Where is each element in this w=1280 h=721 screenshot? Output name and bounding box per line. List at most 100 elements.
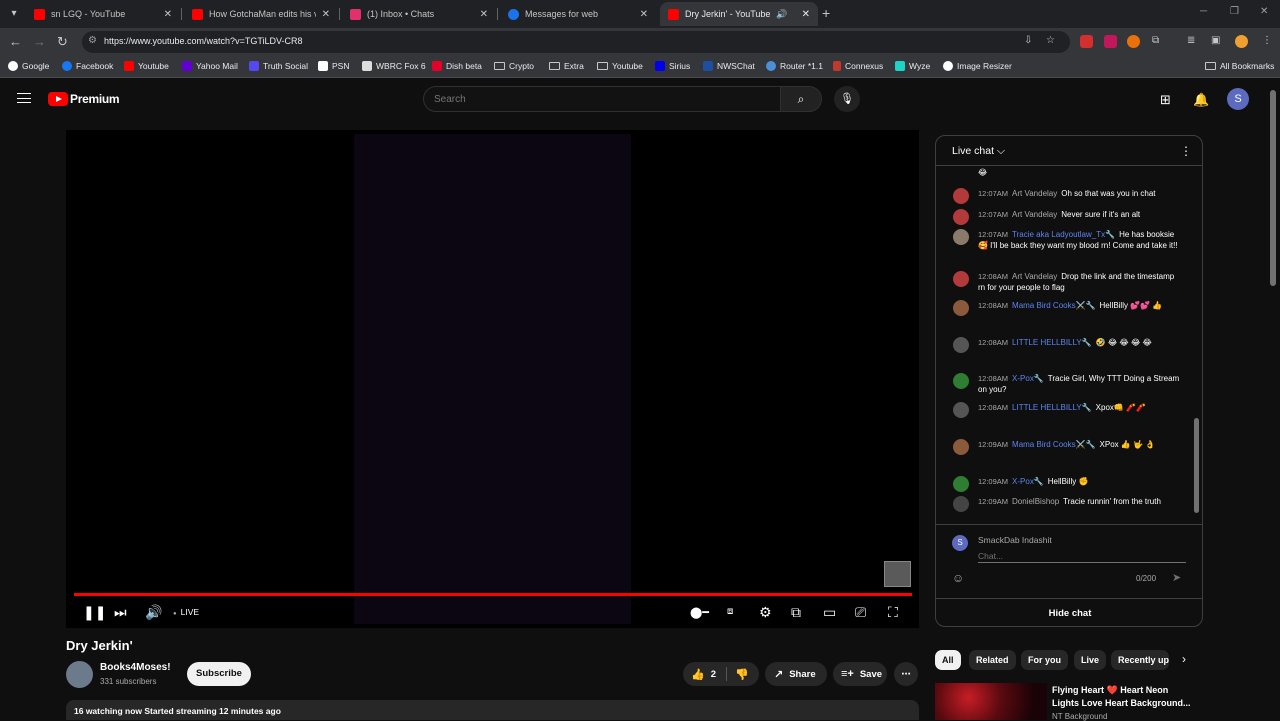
chat-message[interactable]: 12:08AM LITTLE HELLBILLY🔧 Xpox👊 🧨🧨 — [950, 402, 1182, 418]
bookmark-folder-crypto[interactable]: Crypto — [494, 61, 534, 71]
browser-menu-icon[interactable]: ⋮ — [1262, 35, 1272, 46]
live-progress-bar[interactable] — [74, 593, 912, 596]
chat-message[interactable]: 12:08AM LITTLE HELLBILLY🔧 🤣 😂 😂 😂 😂 — [950, 337, 1182, 353]
chat-author-avatar[interactable] — [953, 209, 969, 225]
subscribe-button[interactable]: Subscribe — [187, 662, 251, 686]
search-button[interactable]: ⌕ — [780, 86, 822, 112]
chat-mode-dropdown[interactable]: Live chat ⌵ — [952, 145, 1005, 158]
extension-icon[interactable] — [1080, 35, 1093, 48]
bookmark-google[interactable]: Google — [8, 61, 49, 71]
more-actions-button[interactable]: ⋯ — [894, 662, 918, 686]
theater-mode-icon[interactable]: ▭ — [823, 604, 836, 621]
video-player[interactable]: ❚❚ ⏭ 🔊 LIVE ⬤━ ⧈ ⚙ ⧉ ▭ ⎚ ⛶ — [66, 130, 919, 628]
all-bookmarks[interactable]: All Bookmarks — [1205, 61, 1274, 71]
send-icon[interactable]: ➤ — [1172, 571, 1181, 584]
close-window-icon[interactable]: ✕ — [1260, 6, 1268, 17]
chat-author-name[interactable]: LITTLE HELLBILLY🔧 — [1012, 338, 1092, 347]
new-tab-icon[interactable]: + — [822, 5, 830, 21]
bookmark-star-icon[interactable]: ☆ — [1046, 35, 1055, 46]
bookmark-truth-social[interactable]: Truth Social — [249, 61, 308, 71]
site-info-icon[interactable]: ⚙ — [88, 35, 97, 46]
bookmark-psn[interactable]: PSN — [318, 61, 349, 71]
channel-name[interactable]: Books4Moses! — [100, 662, 171, 673]
chat-author-avatar[interactable] — [953, 439, 969, 455]
chat-author-name[interactable]: DonielBishop — [1012, 497, 1059, 506]
description-box[interactable]: 16 watching now Started streaming 12 min… — [66, 700, 919, 720]
next-icon[interactable]: ⏭ — [114, 604, 127, 621]
close-tab-icon[interactable]: ✕ — [802, 9, 810, 20]
chip-recently-uploaded[interactable]: Recently up — [1111, 650, 1169, 670]
chat-input[interactable] — [978, 549, 1186, 563]
close-tab-icon[interactable]: ✕ — [322, 9, 330, 20]
search-box[interactable] — [423, 86, 781, 112]
maximize-icon[interactable]: ❐ — [1230, 6, 1239, 17]
save-button[interactable]: ≡+ Save — [833, 662, 887, 686]
chat-author-avatar[interactable] — [953, 229, 969, 245]
profile-avatar[interactable] — [1235, 35, 1248, 48]
like-count[interactable]: 2 — [711, 669, 716, 680]
chat-message[interactable]: 12:07AM Art Vandelay Never sure if it's an… — [950, 209, 1182, 225]
chat-author-name[interactable]: Art Vandelay — [1012, 272, 1057, 281]
forward-icon[interactable]: → — [33, 34, 46, 49]
chat-message[interactable]: 12:09AM X-Pox🔧 HellBilly ✊ — [950, 476, 1182, 492]
chat-message[interactable]: 12:08AM Art Vandelay Drop the link and the… — [950, 271, 1182, 293]
recommendation-title[interactable]: Flying Heart ❤️ Heart Neon Lights Love H… — [1052, 684, 1192, 710]
share-button[interactable]: ↗ Share — [765, 662, 827, 686]
browser-tab[interactable]: (1) Inbox • Chats ✕ — [342, 2, 496, 26]
create-video-icon[interactable]: ⊞ — [1160, 92, 1171, 108]
chat-author-avatar[interactable] — [953, 476, 969, 492]
chat-author-name[interactable]: Tracie aka Ladyoutlaw_Tx🔧 — [1012, 230, 1115, 239]
bookmark-folder-extra[interactable]: Extra — [549, 61, 584, 71]
chat-author-avatar[interactable] — [953, 373, 969, 389]
emoji-picker-icon[interactable]: ☺ — [952, 571, 964, 585]
chat-message[interactable]: 12:09AM Mama Bird Cooks⚔️🔧 XPox 👍 🤟 👌 — [950, 439, 1182, 455]
bookmark-facebook[interactable]: Facebook — [62, 61, 113, 71]
page-scrollbar[interactable] — [1270, 90, 1276, 286]
chat-message[interactable]: 12:07AM Art Vandelay Oh so that was you in… — [950, 188, 1182, 204]
youtube-premium-logo[interactable]: Premium — [48, 92, 120, 106]
bookmark-sirius[interactable]: Sirius — [655, 61, 690, 71]
like-icon[interactable]: 👍 — [691, 668, 705, 681]
menu-icon[interactable] — [17, 93, 31, 103]
chat-author-avatar[interactable] — [953, 402, 969, 418]
miniplayer-icon[interactable]: ⧉ — [791, 604, 801, 621]
volume-icon[interactable]: 🔊 — [145, 604, 162, 621]
channel-watermark[interactable] — [884, 561, 911, 587]
bookmark-wyze[interactable]: Wyze — [895, 61, 930, 71]
chevron-right-icon[interactable]: › — [1182, 652, 1186, 666]
chat-message[interactable]: 12:09AM DonielBishop Tracie runnin' from t… — [950, 496, 1182, 512]
chat-author-avatar[interactable] — [953, 337, 969, 353]
fullscreen-icon[interactable]: ⛶ — [888, 604, 898, 621]
chat-author-name[interactable]: LITTLE HELLBILLY🔧 — [1012, 403, 1092, 412]
chat-author-avatar[interactable] — [953, 496, 969, 512]
extensions-puzzle-icon[interactable]: ⧉ — [1152, 35, 1159, 46]
dislike-icon[interactable]: 👎 — [735, 668, 749, 681]
recommendation-thumbnail[interactable] — [935, 683, 1047, 720]
channel-avatar[interactable] — [66, 661, 93, 688]
url-text[interactable]: https://www.youtube.com/watch?v=TGTiLDV-… — [104, 36, 303, 46]
chip-live[interactable]: Live — [1074, 650, 1107, 670]
voice-search-button[interactable]: 🎙 — [834, 86, 860, 112]
chat-scrollbar[interactable] — [1194, 418, 1199, 513]
autoplay-toggle-icon[interactable]: ⬤━ — [690, 606, 709, 619]
chat-message-list[interactable]: 😂 12:07AM Art Vandelay Oh so that was you … — [936, 167, 1198, 521]
close-tab-icon[interactable]: ✕ — [164, 9, 172, 20]
bookmark-wbrc[interactable]: WBRC Fox 6 — [362, 61, 426, 71]
chat-author-avatar[interactable] — [953, 271, 969, 287]
reading-list-icon[interactable]: ≣ — [1187, 35, 1195, 46]
pause-icon[interactable]: ❚❚ — [83, 604, 106, 621]
chat-author-name[interactable]: Art Vandelay — [1012, 189, 1057, 198]
tab-audio-icon[interactable]: 🔊 — [776, 9, 787, 20]
chip-all[interactable]: All — [935, 650, 961, 670]
reload-icon[interactable]: ↻ — [57, 34, 68, 50]
extension-icon[interactable] — [1127, 35, 1140, 48]
close-tab-icon[interactable]: ✕ — [640, 9, 648, 20]
chat-more-icon[interactable]: ⋮ — [1180, 144, 1192, 158]
bookmark-dish[interactable]: Dish beta — [432, 61, 482, 71]
chat-message[interactable]: 12:08AM Mama Bird Cooks⚔️🔧 HellBilly 💕💕 👍 — [950, 300, 1182, 316]
account-avatar[interactable]: S — [1227, 88, 1249, 110]
tab-search-chevron-icon[interactable]: ▾ — [4, 4, 24, 24]
bookmark-nwschat[interactable]: NWSChat — [703, 61, 755, 71]
chat-message[interactable]: 12:07AM Tracie aka Ladyoutlaw_Tx🔧 He has b… — [950, 229, 1182, 251]
hide-chat-button[interactable]: Hide chat — [936, 598, 1202, 626]
